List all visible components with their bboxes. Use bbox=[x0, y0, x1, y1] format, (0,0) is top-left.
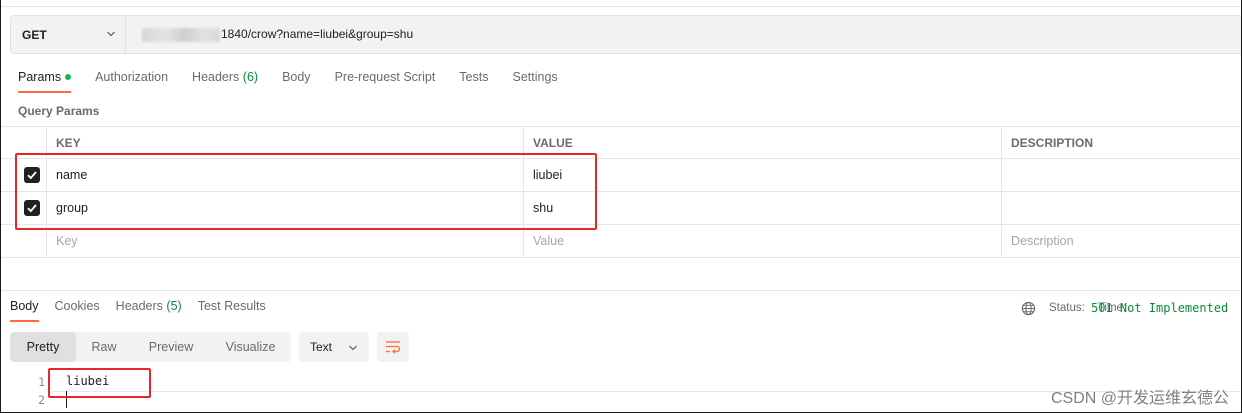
top-divider bbox=[1, 6, 1241, 7]
tab-pre-request-script[interactable]: Pre-request Script bbox=[335, 70, 436, 92]
tab-body-label: Body bbox=[282, 70, 311, 84]
tab-tests[interactable]: Tests bbox=[459, 70, 488, 92]
tab-authorization-label: Authorization bbox=[95, 70, 169, 84]
view-pretty-button[interactable]: Pretty bbox=[10, 332, 76, 362]
line-number: 2 bbox=[38, 393, 45, 407]
line-number: 1 bbox=[38, 375, 45, 389]
tab-params-label: Params bbox=[18, 70, 62, 84]
tab-settings-label: Settings bbox=[512, 70, 558, 84]
chevron-down-icon bbox=[107, 31, 115, 37]
format-select[interactable]: Text bbox=[299, 332, 369, 362]
tab-headers-label: Headers bbox=[192, 70, 240, 84]
tab-pre-request-script-label: Pre-request Script bbox=[334, 70, 436, 84]
param-description-input[interactable] bbox=[1002, 192, 1241, 224]
params-highlight-box bbox=[15, 153, 597, 230]
response-tabs: Body Cookies Headers (5) Test Results bbox=[10, 299, 266, 323]
tab-response-body[interactable]: Body bbox=[10, 299, 39, 322]
url-input[interactable]: 1840/crow?name=liubei&group=shu bbox=[221, 27, 413, 41]
tab-authorization[interactable]: Authorization bbox=[95, 70, 168, 92]
method-label: GET bbox=[22, 27, 47, 42]
tab-response-headers[interactable]: Headers (5) bbox=[116, 299, 182, 321]
tab-headers[interactable]: Headers (6) bbox=[192, 70, 258, 92]
watermark: CSDN @开发运维玄德公 bbox=[1050, 390, 1229, 407]
wrap-lines-icon bbox=[386, 341, 401, 354]
tab-cookies-label: Cookies bbox=[54, 299, 100, 313]
tab-response-headers-label: Headers bbox=[115, 299, 163, 313]
query-params-heading: Query Params bbox=[18, 104, 100, 118]
tab-params[interactable]: Params bbox=[18, 70, 72, 93]
globe-icon[interactable] bbox=[1021, 301, 1036, 316]
response-divider bbox=[1, 290, 1241, 291]
view-mode-selector: Pretty Raw Preview Visualize bbox=[10, 332, 291, 362]
tab-settings[interactable]: Settings bbox=[512, 70, 557, 92]
tab-headers-count: (6) bbox=[242, 70, 259, 84]
tab-body[interactable]: Body bbox=[282, 70, 311, 92]
wrap-lines-button[interactable] bbox=[377, 332, 409, 362]
response-highlight-box bbox=[48, 368, 151, 398]
tab-response-body-label: Body bbox=[10, 299, 39, 313]
tab-cookies[interactable]: Cookies bbox=[55, 299, 100, 321]
params-active-dot bbox=[65, 73, 72, 80]
status-code: 501 Not Implemented bbox=[1091, 301, 1229, 315]
tab-response-headers-count: (5) bbox=[166, 299, 182, 313]
postman-window: GET 1840/crow?name=liubei&group=shu Para… bbox=[0, 0, 1242, 413]
new-description-input[interactable]: Description bbox=[1002, 225, 1241, 257]
url-host-redacted bbox=[142, 28, 220, 42]
method-select[interactable]: GET bbox=[11, 16, 126, 53]
format-label: Text bbox=[310, 340, 333, 354]
request-url-bar: GET 1840/crow?name=liubei&group=shu bbox=[10, 15, 1241, 54]
response-status: Status: 501 Not Implemented Time: bbox=[1021, 299, 1228, 317]
param-description-input[interactable] bbox=[1002, 159, 1241, 191]
view-visualize-button[interactable]: Visualize bbox=[210, 332, 291, 362]
view-raw-button[interactable]: Raw bbox=[76, 332, 132, 362]
tab-tests-label: Tests bbox=[459, 70, 489, 84]
view-preview-button[interactable]: Preview bbox=[132, 332, 210, 362]
tab-test-results-label: Test Results bbox=[197, 299, 266, 313]
request-tabs: Params Authorization Headers (6) Body Pr… bbox=[18, 70, 558, 94]
column-description: DESCRIPTION bbox=[1011, 135, 1094, 150]
tab-test-results[interactable]: Test Results bbox=[198, 299, 266, 321]
status-label: Status: bbox=[1049, 302, 1085, 314]
chevron-down-icon bbox=[349, 345, 357, 351]
